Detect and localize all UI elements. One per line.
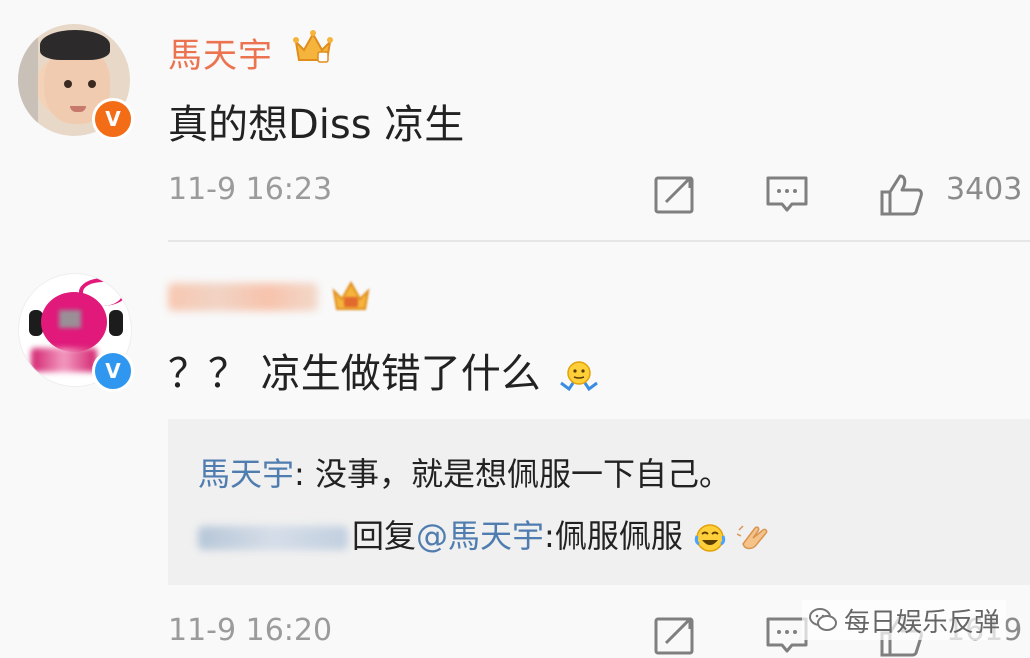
reply-author-link[interactable]: 馬天宇 (198, 455, 294, 493)
crown-icon (332, 280, 370, 310)
username[interactable]: 馬天宇 (168, 28, 273, 77)
thumbs-up-icon (880, 174, 923, 216)
comment-item: V 馬天宇 真的想Diss 凉生 11-9 16:23 3403 (0, 0, 1030, 240)
share-icon[interactable] (652, 172, 698, 218)
comment-text: 真的想Diss 凉生 (168, 102, 465, 148)
reply-item: 回复@馬天宇:佩服佩服 (198, 511, 771, 557)
verified-badge-icon: V (92, 98, 134, 140)
avatar-eye (64, 80, 72, 88)
comment-icon[interactable] (764, 172, 810, 218)
divider (168, 240, 1030, 242)
laughing-crying-emoji-icon (694, 524, 726, 552)
reply-word: 回复 (352, 517, 417, 555)
mention-link[interactable]: @馬天宇 (416, 517, 544, 555)
clapping-hands-emoji-icon (737, 525, 768, 550)
reply-author-blurred[interactable] (198, 526, 348, 550)
comment-feed: V 馬天宇 真的想Diss 凉生 11-9 16:23 3403 V ？？ 凉生… (0, 0, 1030, 658)
crown-icon (293, 30, 333, 63)
like-count: 3403 (946, 172, 1023, 207)
reply-text: :佩服佩服 (544, 517, 683, 555)
username-blurred[interactable] (168, 283, 318, 311)
comment-text: ？？ 凉生做错了什么 (168, 341, 599, 399)
avatar-eye (88, 80, 96, 88)
timestamp: 11-9 16:23 (168, 172, 333, 207)
comment-footer: 11-9 16:23 3403 (168, 164, 1030, 224)
reply-text: : 没事，就是想佩服一下自己。 (294, 455, 731, 493)
comment-item: V ？？ 凉生做错了什么 馬天宇: 没事，就是想佩服一下自己。 回复@馬天宇:佩… (0, 243, 1030, 658)
wechat-icon (809, 608, 837, 631)
avatar-hair (40, 30, 110, 60)
avatar-decoration (109, 310, 123, 336)
avatar-background (18, 24, 38, 136)
verified-badge-icon: V (92, 350, 134, 392)
like-button[interactable]: 3403 (878, 172, 1030, 218)
avatar-blur (59, 310, 81, 328)
reply-thread[interactable]: 馬天宇: 没事，就是想佩服一下自己。 回复@馬天宇:佩服佩服 (168, 419, 1030, 585)
watermark-text: 每日娱乐反弹 (844, 607, 1001, 638)
watermark: 每日娱乐反弹 (802, 600, 1007, 640)
reply-item: 馬天宇: 没事，就是想佩服一下自己。 (198, 449, 731, 495)
share-icon[interactable] (652, 613, 698, 658)
timestamp: 11-9 16:20 (168, 613, 333, 648)
avatar-blurred-text (31, 348, 97, 372)
comment-text-content: ？？ 凉生做错了什么 (168, 351, 541, 397)
shrug-emoji-icon (560, 361, 599, 392)
